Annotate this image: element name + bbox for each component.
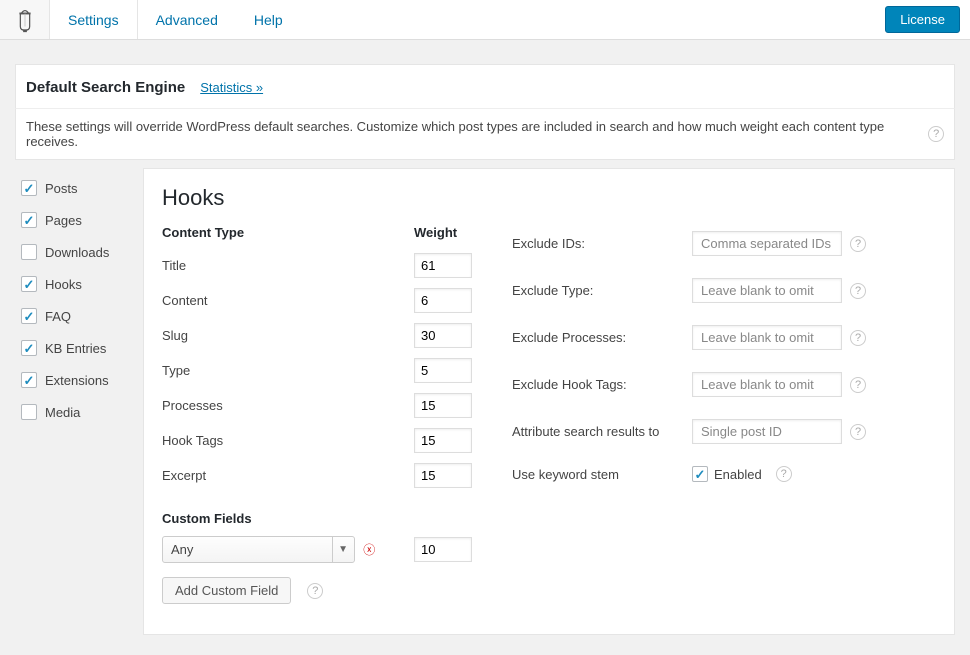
weight-row: Type — [162, 353, 472, 388]
weight-row: Processes — [162, 388, 472, 423]
attribute-label: Attribute search results to — [512, 424, 692, 439]
custom-field-select-value: Any — [163, 537, 332, 562]
tab-help[interactable]: Help — [236, 0, 301, 39]
help-icon[interactable]: ? — [850, 424, 866, 440]
exclude-hook-tags-label: Exclude Hook Tags: — [512, 377, 692, 392]
sidebar-item-kb-entries[interactable]: KB Entries — [15, 332, 143, 364]
weight-label: Title — [162, 258, 414, 273]
checkbox[interactable] — [21, 308, 37, 324]
exclude-processes-input[interactable] — [692, 325, 842, 350]
weight-input[interactable] — [414, 323, 472, 348]
weight-input[interactable] — [414, 393, 472, 418]
weight-label: Processes — [162, 398, 414, 413]
weight-label: Slug — [162, 328, 414, 343]
weight-label: Content — [162, 293, 414, 308]
exclude-ids-label: Exclude IDs: — [512, 236, 692, 251]
custom-fields-heading: Custom Fields — [162, 511, 472, 526]
sidebar-item-label: FAQ — [45, 309, 71, 324]
post-type-sidebar: Posts Pages Downloads Hooks FAQ KB Entries Ext… — [15, 168, 143, 635]
page-title: Default Search Engine — [26, 79, 185, 96]
custom-field-select[interactable]: Any ▼ — [162, 536, 355, 563]
tab-settings[interactable]: Settings — [50, 0, 138, 39]
exclude-processes-label: Exclude Processes: — [512, 330, 692, 345]
sidebar-item-faq[interactable]: FAQ — [15, 300, 143, 332]
custom-field-row: Any ▼ ⓧ — [162, 536, 472, 563]
nav-tabs: Settings Advanced Help — [50, 0, 301, 39]
checkbox[interactable] — [21, 276, 37, 292]
help-icon[interactable]: ? — [850, 236, 866, 252]
stem-checkbox[interactable] — [692, 466, 708, 482]
statistics-link[interactable]: Statistics » — [200, 80, 263, 95]
help-icon[interactable]: ? — [850, 283, 866, 299]
weight-input[interactable] — [414, 288, 472, 313]
sidebar-item-pages[interactable]: Pages — [15, 204, 143, 236]
sidebar-item-label: Hooks — [45, 277, 82, 292]
sidebar-item-posts[interactable]: Posts — [15, 172, 143, 204]
weight-input[interactable] — [414, 253, 472, 278]
sidebar-item-hooks[interactable]: Hooks — [15, 268, 143, 300]
sidebar-item-downloads[interactable]: Downloads — [15, 236, 143, 268]
weight-row: Title — [162, 248, 472, 283]
topbar: Settings Advanced Help License — [0, 0, 970, 40]
weight-row: Slug — [162, 318, 472, 353]
header-weight: Weight — [414, 225, 472, 240]
weights-header: Content Type Weight — [162, 225, 472, 240]
sidebar-item-media[interactable]: Media — [15, 396, 143, 428]
logo — [0, 0, 50, 39]
attribute-input[interactable] — [692, 419, 842, 444]
checkbox[interactable] — [21, 212, 37, 228]
add-custom-field-button[interactable]: Add Custom Field — [162, 577, 291, 604]
help-icon[interactable]: ? — [850, 377, 866, 393]
sidebar-item-label: Downloads — [45, 245, 109, 260]
exclude-hook-tags-input[interactable] — [692, 372, 842, 397]
sidebar-item-label: Media — [45, 405, 80, 420]
checkbox[interactable] — [21, 404, 37, 420]
weight-label: Excerpt — [162, 468, 414, 483]
custom-field-weight-input[interactable] — [414, 537, 472, 562]
lantern-icon — [13, 6, 37, 34]
tab-advanced[interactable]: Advanced — [138, 0, 236, 39]
header-content-type: Content Type — [162, 225, 414, 240]
exclude-ids-input[interactable] — [692, 231, 842, 256]
exclude-type-input[interactable] — [692, 278, 842, 303]
weight-row: Hook Tags — [162, 423, 472, 458]
remove-icon[interactable]: ⓧ — [363, 541, 376, 558]
chevron-down-icon: ▼ — [332, 537, 354, 562]
weight-label: Hook Tags — [162, 433, 414, 448]
stem-label: Use keyword stem — [512, 467, 692, 482]
help-icon[interactable]: ? — [850, 330, 866, 346]
settings-panel: Hooks Content Type Weight Title Content Sl… — [143, 168, 955, 635]
sidebar-item-label: KB Entries — [45, 341, 106, 356]
help-icon[interactable]: ? — [928, 126, 944, 142]
checkbox[interactable] — [21, 180, 37, 196]
weight-input[interactable] — [414, 358, 472, 383]
description-row: These settings will override WordPress d… — [15, 108, 955, 160]
help-icon[interactable]: ? — [776, 466, 792, 482]
weight-row: Excerpt — [162, 458, 472, 493]
sidebar-item-extensions[interactable]: Extensions — [15, 364, 143, 396]
checkbox[interactable] — [21, 372, 37, 388]
help-icon[interactable]: ? — [307, 583, 323, 599]
title-bar: Default Search Engine Statistics » — [15, 64, 955, 108]
section-heading: Hooks — [162, 185, 936, 211]
sidebar-item-label: Pages — [45, 213, 82, 228]
checkbox[interactable] — [21, 244, 37, 260]
weight-input[interactable] — [414, 463, 472, 488]
weight-input[interactable] — [414, 428, 472, 453]
weight-label: Type — [162, 363, 414, 378]
checkbox[interactable] — [21, 340, 37, 356]
description-text: These settings will override WordPress d… — [26, 119, 914, 149]
sidebar-item-label: Extensions — [45, 373, 109, 388]
sidebar-item-label: Posts — [45, 181, 78, 196]
stem-enabled-label: Enabled — [714, 467, 762, 482]
weight-row: Content — [162, 283, 472, 318]
license-button[interactable]: License — [885, 6, 960, 33]
exclude-type-label: Exclude Type: — [512, 283, 692, 298]
